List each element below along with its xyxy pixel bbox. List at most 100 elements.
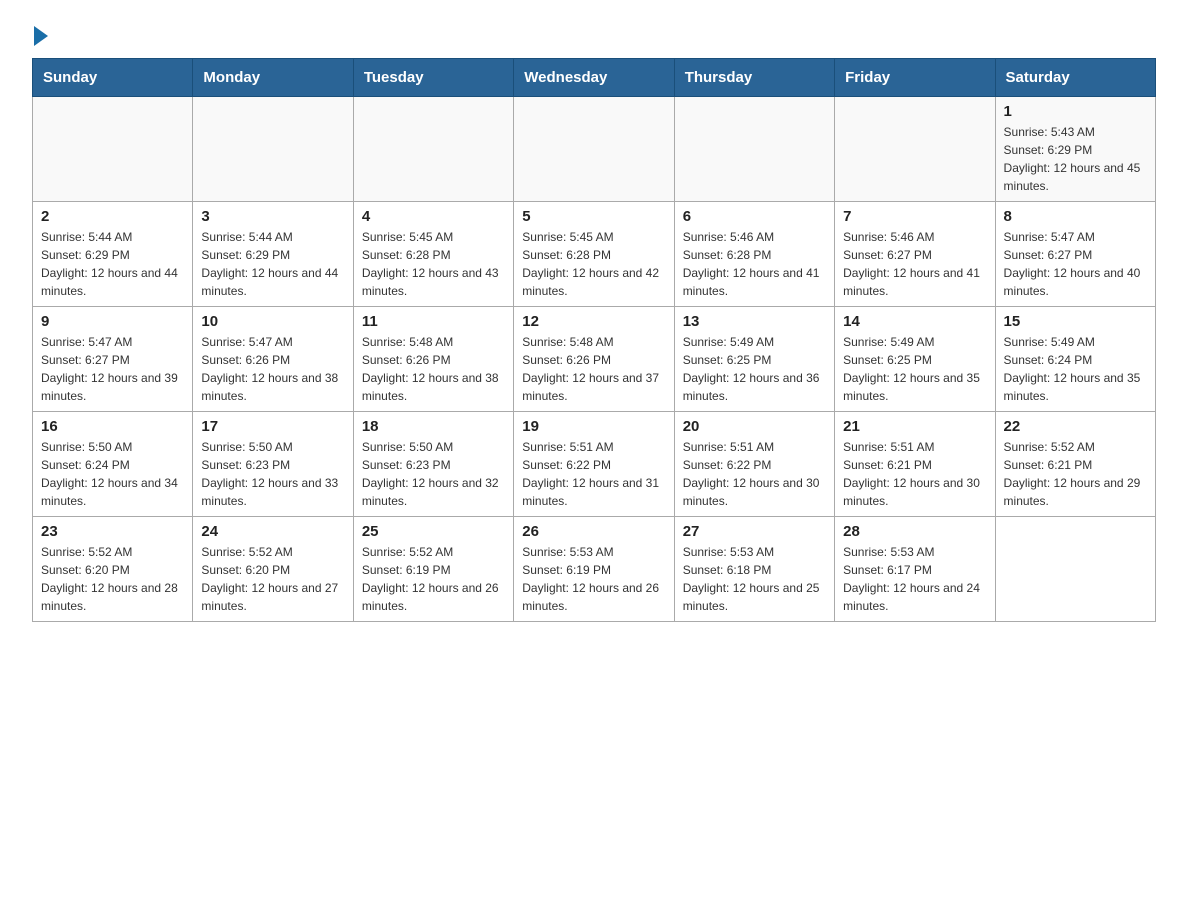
calendar-cell: 12 Sunrise: 5:48 AMSunset: 6:26 PMDayligh… bbox=[514, 307, 674, 412]
calendar-cell: 7 Sunrise: 5:46 AMSunset: 6:27 PMDaylight… bbox=[835, 202, 995, 307]
day-number: 5 bbox=[522, 208, 665, 225]
day-number: 6 bbox=[683, 208, 826, 225]
calendar-cell: 5 Sunrise: 5:45 AMSunset: 6:28 PMDaylight… bbox=[514, 202, 674, 307]
calendar-cell: 13 Sunrise: 5:49 AMSunset: 6:25 PMDayligh… bbox=[674, 307, 834, 412]
calendar-cell: 15 Sunrise: 5:49 AMSunset: 6:24 PMDayligh… bbox=[995, 307, 1155, 412]
day-info: Sunrise: 5:48 AMSunset: 6:26 PMDaylight:… bbox=[522, 333, 665, 405]
calendar-cell: 27 Sunrise: 5:53 AMSunset: 6:18 PMDayligh… bbox=[674, 517, 834, 622]
calendar-cell: 6 Sunrise: 5:46 AMSunset: 6:28 PMDaylight… bbox=[674, 202, 834, 307]
day-info: Sunrise: 5:47 AMSunset: 6:27 PMDaylight:… bbox=[1004, 228, 1147, 300]
calendar-week-row: 16 Sunrise: 5:50 AMSunset: 6:24 PMDayligh… bbox=[33, 412, 1156, 517]
day-number: 11 bbox=[362, 313, 505, 330]
calendar-cell bbox=[995, 517, 1155, 622]
calendar-week-row: 23 Sunrise: 5:52 AMSunset: 6:20 PMDayligh… bbox=[33, 517, 1156, 622]
day-number: 24 bbox=[201, 523, 344, 540]
page-header bbox=[32, 24, 1156, 42]
day-info: Sunrise: 5:47 AMSunset: 6:27 PMDaylight:… bbox=[41, 333, 184, 405]
day-number: 15 bbox=[1004, 313, 1147, 330]
logo-arrow-icon bbox=[34, 26, 48, 46]
day-number: 27 bbox=[683, 523, 826, 540]
day-number: 28 bbox=[843, 523, 986, 540]
day-number: 12 bbox=[522, 313, 665, 330]
day-info: Sunrise: 5:44 AMSunset: 6:29 PMDaylight:… bbox=[41, 228, 184, 300]
calendar-cell: 23Sunrise: 5:52 AMSunset: 6:20 PMDayligh… bbox=[33, 517, 193, 622]
calendar-cell bbox=[674, 97, 834, 202]
calendar-cell: 20 Sunrise: 5:51 AMSunset: 6:22 PMDayligh… bbox=[674, 412, 834, 517]
day-info: Sunrise: 5:43 AMSunset: 6:29 PMDaylight:… bbox=[1004, 123, 1147, 195]
calendar-table: SundayMondayTuesdayWednesdayThursdayFrid… bbox=[32, 58, 1156, 622]
calendar-cell bbox=[33, 97, 193, 202]
day-number: 1 bbox=[1004, 103, 1147, 120]
calendar-cell: 2 Sunrise: 5:44 AMSunset: 6:29 PMDaylight… bbox=[33, 202, 193, 307]
calendar-cell: 26 Sunrise: 5:53 AMSunset: 6:19 PMDayligh… bbox=[514, 517, 674, 622]
calendar-cell: 4 Sunrise: 5:45 AMSunset: 6:28 PMDaylight… bbox=[353, 202, 513, 307]
day-info: Sunrise: 5:48 AMSunset: 6:26 PMDaylight:… bbox=[362, 333, 505, 405]
day-number: 4 bbox=[362, 208, 505, 225]
calendar-cell: 24 Sunrise: 5:52 AMSunset: 6:20 PMDayligh… bbox=[193, 517, 353, 622]
day-number: 23 bbox=[41, 523, 184, 540]
day-of-week-header: Saturday bbox=[995, 59, 1155, 97]
day-of-week-header: Sunday bbox=[33, 59, 193, 97]
day-info: Sunrise: 5:46 AMSunset: 6:27 PMDaylight:… bbox=[843, 228, 986, 300]
calendar-cell: 25 Sunrise: 5:52 AMSunset: 6:19 PMDayligh… bbox=[353, 517, 513, 622]
day-number: 25 bbox=[362, 523, 505, 540]
calendar-cell: 18Sunrise: 5:50 AMSunset: 6:23 PMDayligh… bbox=[353, 412, 513, 517]
day-info: Sunrise: 5:52 AMSunset: 6:19 PMDaylight:… bbox=[362, 543, 505, 615]
day-info: Sunrise: 5:50 AMSunset: 6:24 PMDaylight:… bbox=[41, 438, 184, 510]
day-info: Sunrise: 5:51 AMSunset: 6:21 PMDaylight:… bbox=[843, 438, 986, 510]
calendar-cell: 17 Sunrise: 5:50 AMSunset: 6:23 PMDayligh… bbox=[193, 412, 353, 517]
calendar-header-row: SundayMondayTuesdayWednesdayThursdayFrid… bbox=[33, 59, 1156, 97]
day-number: 22 bbox=[1004, 418, 1147, 435]
calendar-cell: 11 Sunrise: 5:48 AMSunset: 6:26 PMDayligh… bbox=[353, 307, 513, 412]
day-info: Sunrise: 5:53 AMSunset: 6:19 PMDaylight:… bbox=[522, 543, 665, 615]
day-info: Sunrise: 5:50 AMSunset: 6:23 PMDaylight:… bbox=[201, 438, 344, 510]
calendar-cell: 3 Sunrise: 5:44 AMSunset: 6:29 PMDaylight… bbox=[193, 202, 353, 307]
calendar-cell: 14Sunrise: 5:49 AMSunset: 6:25 PMDayligh… bbox=[835, 307, 995, 412]
calendar-week-row: 2 Sunrise: 5:44 AMSunset: 6:29 PMDaylight… bbox=[33, 202, 1156, 307]
day-info: Sunrise: 5:45 AMSunset: 6:28 PMDaylight:… bbox=[362, 228, 505, 300]
day-info: Sunrise: 5:49 AMSunset: 6:24 PMDaylight:… bbox=[1004, 333, 1147, 405]
day-number: 26 bbox=[522, 523, 665, 540]
day-info: Sunrise: 5:49 AMSunset: 6:25 PMDaylight:… bbox=[683, 333, 826, 405]
calendar-cell bbox=[835, 97, 995, 202]
day-number: 8 bbox=[1004, 208, 1147, 225]
day-info: Sunrise: 5:52 AMSunset: 6:21 PMDaylight:… bbox=[1004, 438, 1147, 510]
day-info: Sunrise: 5:52 AMSunset: 6:20 PMDaylight:… bbox=[201, 543, 344, 615]
day-info: Sunrise: 5:53 AMSunset: 6:17 PMDaylight:… bbox=[843, 543, 986, 615]
calendar-cell: 8 Sunrise: 5:47 AMSunset: 6:27 PMDaylight… bbox=[995, 202, 1155, 307]
calendar-cell bbox=[193, 97, 353, 202]
day-number: 2 bbox=[41, 208, 184, 225]
calendar-cell bbox=[514, 97, 674, 202]
day-number: 16 bbox=[41, 418, 184, 435]
calendar-cell: 1 Sunrise: 5:43 AMSunset: 6:29 PMDaylight… bbox=[995, 97, 1155, 202]
day-info: Sunrise: 5:53 AMSunset: 6:18 PMDaylight:… bbox=[683, 543, 826, 615]
day-info: Sunrise: 5:50 AMSunset: 6:23 PMDaylight:… bbox=[362, 438, 505, 510]
calendar-week-row: 1 Sunrise: 5:43 AMSunset: 6:29 PMDaylight… bbox=[33, 97, 1156, 202]
day-of-week-header: Tuesday bbox=[353, 59, 513, 97]
day-number: 9 bbox=[41, 313, 184, 330]
day-number: 13 bbox=[683, 313, 826, 330]
day-info: Sunrise: 5:51 AMSunset: 6:22 PMDaylight:… bbox=[683, 438, 826, 510]
day-number: 3 bbox=[201, 208, 344, 225]
day-info: Sunrise: 5:46 AMSunset: 6:28 PMDaylight:… bbox=[683, 228, 826, 300]
day-number: 10 bbox=[201, 313, 344, 330]
day-number: 7 bbox=[843, 208, 986, 225]
logo bbox=[32, 24, 48, 42]
day-number: 20 bbox=[683, 418, 826, 435]
day-of-week-header: Thursday bbox=[674, 59, 834, 97]
day-of-week-header: Friday bbox=[835, 59, 995, 97]
day-number: 19 bbox=[522, 418, 665, 435]
day-info: Sunrise: 5:44 AMSunset: 6:29 PMDaylight:… bbox=[201, 228, 344, 300]
calendar-week-row: 9 Sunrise: 5:47 AMSunset: 6:27 PMDaylight… bbox=[33, 307, 1156, 412]
day-of-week-header: Wednesday bbox=[514, 59, 674, 97]
calendar-cell: 28 Sunrise: 5:53 AMSunset: 6:17 PMDayligh… bbox=[835, 517, 995, 622]
day-info: Sunrise: 5:47 AMSunset: 6:26 PMDaylight:… bbox=[201, 333, 344, 405]
calendar-cell: 21Sunrise: 5:51 AMSunset: 6:21 PMDayligh… bbox=[835, 412, 995, 517]
day-info: Sunrise: 5:45 AMSunset: 6:28 PMDaylight:… bbox=[522, 228, 665, 300]
day-info: Sunrise: 5:51 AMSunset: 6:22 PMDaylight:… bbox=[522, 438, 665, 510]
calendar-cell bbox=[353, 97, 513, 202]
calendar-cell: 10 Sunrise: 5:47 AMSunset: 6:26 PMDayligh… bbox=[193, 307, 353, 412]
calendar-cell: 9 Sunrise: 5:47 AMSunset: 6:27 PMDaylight… bbox=[33, 307, 193, 412]
day-info: Sunrise: 5:49 AMSunset: 6:25 PMDaylight:… bbox=[843, 333, 986, 405]
day-number: 17 bbox=[201, 418, 344, 435]
